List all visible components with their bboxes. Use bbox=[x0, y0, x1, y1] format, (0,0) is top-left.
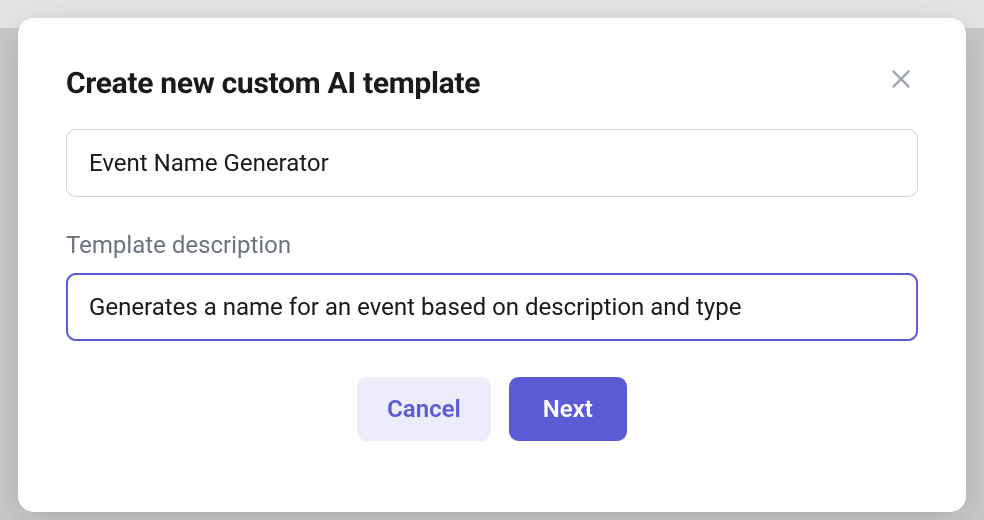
modal-header: Create new custom AI template bbox=[66, 66, 918, 101]
modal-title: Create new custom AI template bbox=[66, 66, 480, 101]
next-button[interactable]: Next bbox=[509, 377, 627, 441]
template-description-label: Template description bbox=[66, 231, 918, 259]
close-button[interactable] bbox=[884, 62, 918, 96]
template-description-input[interactable] bbox=[66, 273, 918, 341]
close-icon bbox=[888, 66, 914, 92]
cancel-button[interactable]: Cancel bbox=[357, 377, 491, 441]
create-template-modal: Create new custom AI template Template d… bbox=[18, 18, 966, 512]
template-name-input[interactable] bbox=[66, 129, 918, 197]
modal-footer: Cancel Next bbox=[66, 377, 918, 441]
